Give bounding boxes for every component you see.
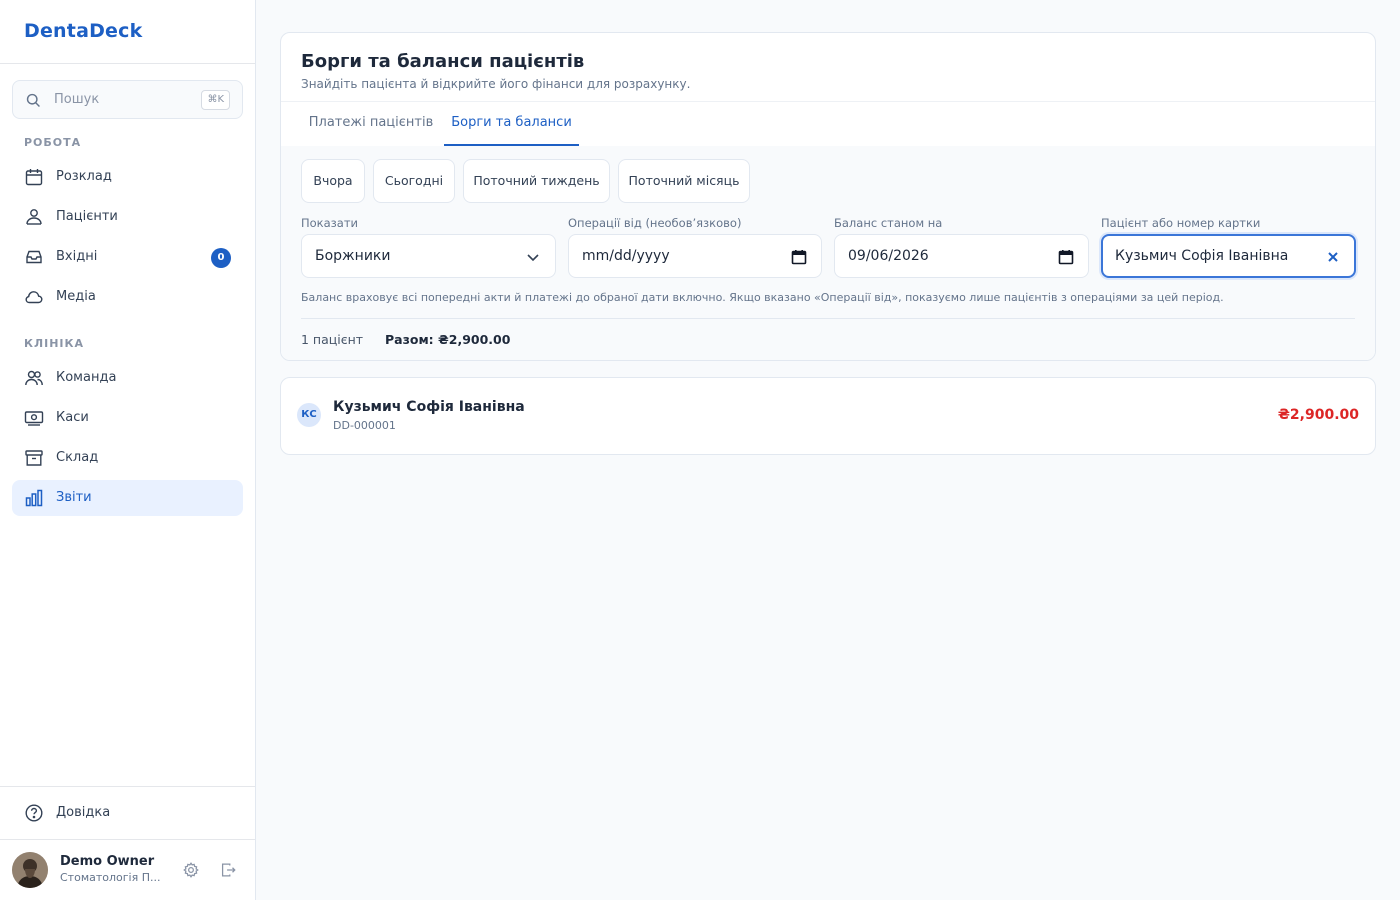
user-organization: Стоматологія П... [60,871,161,884]
sidebar-item-label: Вхідні [56,249,98,264]
sidebar-item-reports[interactable]: Звіти [12,480,243,516]
patient-search-label: Пацієнт або номер картки [1101,216,1261,230]
logout-icon[interactable] [219,861,237,879]
sidebar-item-schedule[interactable]: Розклад [12,159,243,195]
inbox-count-badge: 0 [211,248,231,268]
inbox-icon [26,250,42,264]
divider [0,839,255,840]
sidebar-item-patients[interactable]: Пацієнти [12,199,243,235]
sidebar-item-warehouse[interactable]: Склад [12,440,243,476]
chevron-down-icon [527,254,539,262]
balance-as-of-value: 09/06/2026 [848,248,929,264]
divider [0,786,255,787]
range-current-week-button[interactable]: Поточний тиждень [463,159,610,203]
cloud-icon [25,291,43,304]
search-shortcut: ⌘K [201,90,230,110]
sidebar-item-label: Склад [56,450,99,465]
balance-as-of-label: Баланс станом на [834,216,943,230]
section-label-work: РОБОТА [24,136,82,149]
sidebar-item-team[interactable]: Команда [12,360,243,396]
search-placeholder: Пошук [54,92,100,107]
sidebar-item-inbox[interactable]: Вхідні 0 [12,239,243,275]
page-title: Борги та баланси пацієнтів [301,51,585,72]
app-logo[interactable]: DentaDeck [24,20,142,42]
sidebar: DentaDeck Пошук ⌘K РОБОТА Розклад Пацієн… [0,0,256,900]
divider [301,318,1355,319]
patient-balance-row[interactable]: КС Кузьмич Софія Іванівна DD-000001 ₴2,9… [280,377,1376,455]
sidebar-item-cash[interactable]: Каси [12,400,243,436]
team-icon [25,370,43,386]
debts-balances-panel: Борги та баланси пацієнтів Знайдіть паці… [280,32,1376,361]
operations-from-value: mm/dd/yyyy [582,248,670,264]
result-total: Разом: ₴2,900.00 [385,332,511,347]
sidebar-item-label: Каси [56,410,89,425]
section-label-clinic: КЛІНІКА [24,337,85,350]
sidebar-item-label: Пацієнти [56,209,118,224]
show-filter-value: Боржники [315,248,391,264]
avatar[interactable] [12,852,48,888]
balance-as-of-date-input[interactable]: 09/06/2026 [834,234,1089,278]
result-count: 1 пацієнт [301,332,364,347]
page-subtitle: Знайдіть пацієнта й відкрийте його фінан… [301,77,691,91]
tab-debts-balances[interactable]: Борги та баланси [444,102,579,146]
range-yesterday-button[interactable]: Вчора [301,159,365,203]
balance-hint-text: Баланс враховує всі попередні акти й пла… [301,291,1224,304]
tab-patient-payments[interactable]: Платежі пацієнтів [301,102,441,146]
search-icon [26,93,40,107]
sidebar-item-media[interactable]: Медіа [12,279,243,315]
sidebar-item-label: Звіти [56,490,92,505]
patient-initials-avatar: КС [297,403,321,427]
archive-icon [25,450,43,466]
clear-x-icon[interactable] [1325,249,1341,265]
patient-search-value: Кузьмич Софія Іванівна [1115,248,1289,264]
show-filter-select[interactable]: Боржники [301,234,556,278]
calendar-icon [25,169,43,186]
range-current-month-button[interactable]: Поточний місяць [618,159,750,203]
sidebar-item-help[interactable]: Довідка [12,795,243,831]
operations-from-label: Операції від (необов’язково) [568,216,742,230]
show-filter-label: Показати [301,216,359,230]
user-name: Demo Owner [60,854,155,869]
patient-name: Кузьмич Софія Іванівна [333,399,525,415]
operations-from-date-input[interactable]: mm/dd/yyyy [568,234,822,278]
sidebar-item-label: Довідка [56,805,111,820]
range-today-button[interactable]: Сьогодні [373,159,455,203]
sidebar-item-label: Команда [56,370,117,385]
patient-debt-amount: ₴2,900.00 [1277,407,1359,423]
settings-gear-icon[interactable] [182,861,200,879]
calendar-picker-icon[interactable] [1058,249,1074,265]
cash-register-icon [24,411,44,426]
bar-chart-icon [25,489,43,507]
help-circle-icon [25,804,43,822]
tab-bar: Платежі пацієнтів Борги та баланси [281,102,1375,146]
sidebar-item-label: Медіа [56,289,96,304]
sidebar-item-label: Розклад [56,169,112,184]
search-input[interactable]: Пошук ⌘K [12,80,243,119]
patient-card-number: DD-000001 [333,419,396,432]
calendar-picker-icon[interactable] [791,249,807,265]
divider [0,63,255,64]
patient-search-input[interactable]: Кузьмич Софія Іванівна [1101,234,1356,278]
patients-icon [26,209,42,225]
